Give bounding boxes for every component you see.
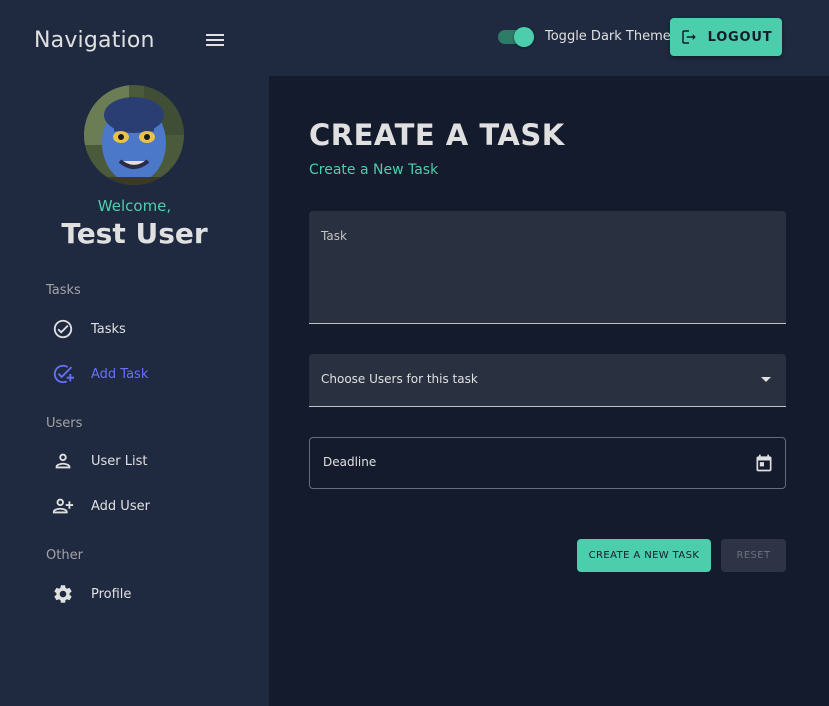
section-label-other: Other (46, 548, 83, 563)
section-label-tasks: Tasks (46, 283, 81, 298)
sidebar-item-label: Add User (91, 498, 150, 514)
add-task-icon (53, 364, 74, 384)
nav-title: Navigation (34, 28, 155, 53)
chevron-down-icon (761, 377, 771, 382)
avatar (84, 85, 184, 185)
person-icon (55, 453, 71, 469)
dark-theme-toggle[interactable] (498, 27, 536, 47)
check-circle-icon (53, 319, 73, 339)
section-label-users: Users (46, 416, 83, 431)
toggle-thumb (514, 27, 534, 47)
sidebar-item-tasks[interactable]: Tasks (52, 317, 126, 341)
logout-label: LOGOUT (707, 29, 773, 45)
hamburger-menu-icon[interactable] (206, 34, 224, 48)
sidebar-item-add-task[interactable]: Add Task (52, 362, 148, 386)
sidebar-item-label: Tasks (91, 321, 126, 337)
person-add-icon (52, 498, 74, 514)
deadline-field-label: Deadline (323, 455, 377, 469)
sidebar-item-add-user[interactable]: Add User (52, 494, 150, 518)
reset-button[interactable]: RESET (721, 539, 786, 572)
sidebar-item-label: Add Task (91, 366, 149, 382)
welcome-text: Welcome, (97, 197, 172, 215)
sidebar-item-label: User List (91, 453, 148, 469)
gear-icon (54, 585, 72, 603)
task-textarea[interactable]: Task (309, 211, 786, 324)
sidebar-item-user-list[interactable]: User List (52, 449, 148, 473)
sidebar-item-label: Profile (91, 586, 132, 602)
calendar-icon[interactable] (754, 453, 774, 473)
users-select[interactable]: Choose Users for this task (309, 354, 786, 407)
logout-button[interactable]: LOGOUT (670, 18, 782, 56)
user-name: Test User (61, 217, 208, 250)
top-bar: Navigation Toggle Dark Theme LOGOUT (0, 0, 829, 76)
page-title: CREATE A TASK (309, 118, 565, 152)
create-task-button[interactable]: CREATE A NEW TASK (577, 539, 711, 572)
users-select-label: Choose Users for this task (321, 372, 478, 386)
logout-icon (681, 30, 696, 44)
toggle-label: Toggle Dark Theme (545, 29, 671, 44)
sidebar-item-profile[interactable]: Profile (52, 582, 131, 606)
deadline-field[interactable]: Deadline (309, 437, 786, 489)
task-field-label: Task (321, 229, 347, 243)
page-subtitle: Create a New Task (309, 162, 439, 178)
